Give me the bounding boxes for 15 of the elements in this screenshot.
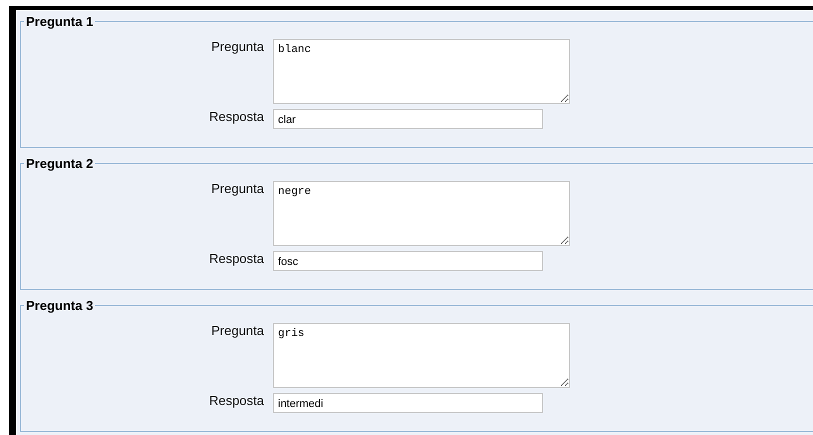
answer-field[interactable]: clar [273, 109, 543, 129]
field-label: Pregunta [210, 181, 265, 196]
question-field[interactable]: negre [273, 181, 570, 246]
question-field[interactable]: blanc [273, 39, 570, 104]
answer-field[interactable]: fosc [273, 251, 543, 271]
field-label: Pregunta [210, 39, 265, 54]
group-title: Pregunta 1 [25, 14, 94, 29]
group-title: Pregunta 2 [25, 156, 94, 171]
field-label: Resposta [208, 109, 265, 124]
field-label: Resposta [208, 393, 265, 408]
field-label: Resposta [208, 251, 265, 266]
field-label: Pregunta [210, 323, 265, 338]
group-title: Pregunta 3 [25, 298, 94, 313]
question-field[interactable]: gris [273, 323, 570, 388]
answer-field[interactable]: intermedi [273, 393, 543, 413]
